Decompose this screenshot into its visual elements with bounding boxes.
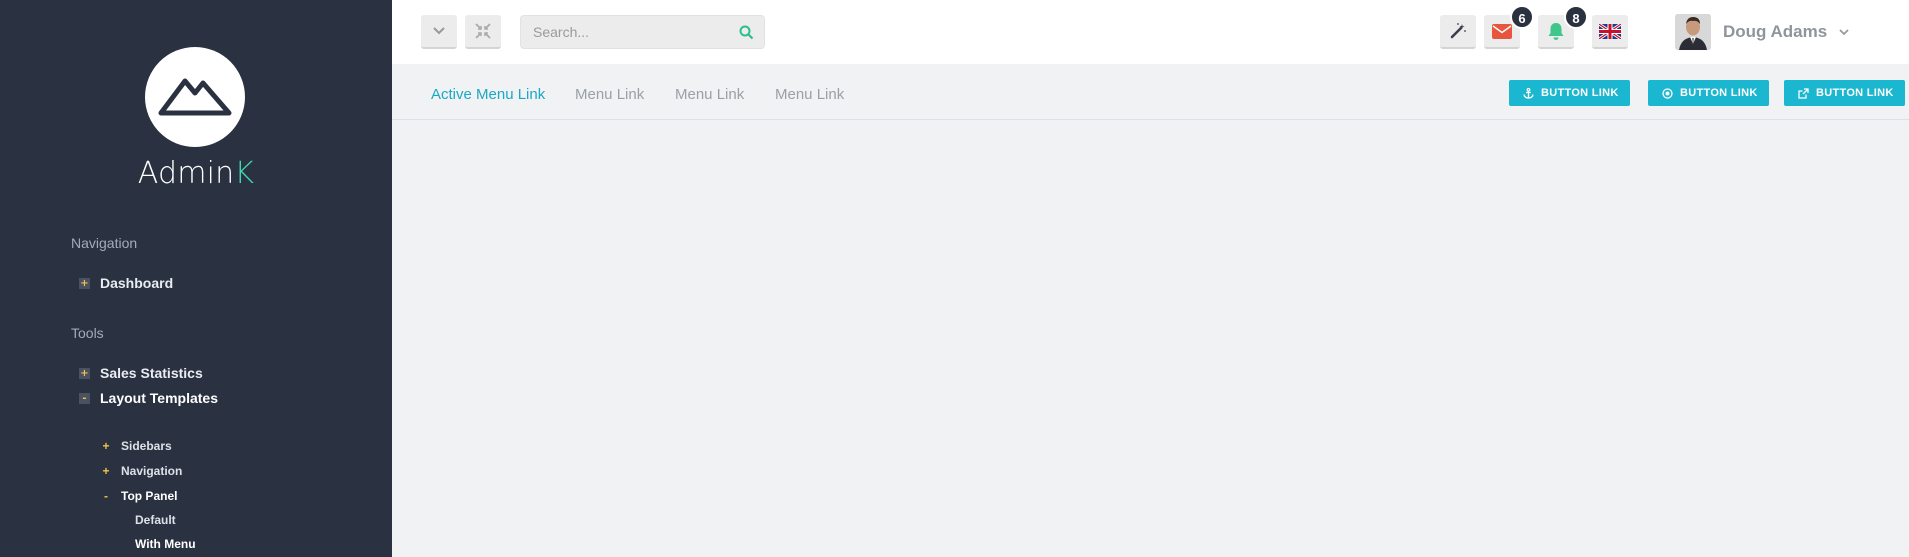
search-icon[interactable]	[739, 25, 754, 45]
sidebar-subitem-top-panel[interactable]: - Top Panel	[100, 489, 177, 503]
menu-link[interactable]: Menu Link	[775, 86, 844, 103]
collapse-minus-icon: -	[79, 392, 90, 404]
dot-circle-icon	[1662, 87, 1673, 99]
button-link-dot[interactable]: BUTTON LINK	[1648, 80, 1769, 106]
button-label: BUTTON LINK	[1816, 87, 1894, 99]
sidebar-item-label: Dashboard	[100, 275, 174, 291]
button-label: BUTTON LINK	[1541, 87, 1619, 99]
user-name: Doug Adams	[1723, 22, 1828, 41]
top-panel-menu: Active Menu Link Menu Link Menu Link Men…	[392, 64, 1909, 120]
expand-plus-icon: +	[79, 367, 90, 379]
notifications-button[interactable]: 8	[1538, 5, 1588, 49]
sidebar: AdminK Navigation + Dashboard Tools + Sa…	[0, 0, 392, 557]
section-title-navigation: Navigation	[71, 235, 138, 251]
sidebar-subitem-sidebars[interactable]: + Sidebars	[100, 439, 172, 453]
sidebar-item-label: Layout Templates	[100, 390, 218, 406]
menu-link-active[interactable]: Active Menu Link	[431, 86, 545, 103]
mail-button[interactable]: 6	[1484, 5, 1534, 49]
chevron-down-icon	[433, 27, 445, 35]
button-label: BUTTON LINK	[1680, 87, 1758, 99]
sidebar-subsubitem-default[interactable]: Default	[135, 513, 176, 527]
envelope-icon	[1492, 23, 1512, 39]
brand-name-accent: K	[234, 156, 255, 191]
uk-flag-icon	[1599, 23, 1621, 39]
sidebar-item-layout-templates[interactable]: - Layout Templates	[79, 389, 218, 407]
notification-count-badge: 8	[1564, 5, 1588, 29]
button-link-anchor[interactable]: BUTTON LINK	[1509, 80, 1630, 106]
sidebar-subitem-navigation[interactable]: + Navigation	[100, 464, 182, 478]
search-input[interactable]	[521, 16, 721, 48]
collapse-minus-icon: -	[104, 489, 108, 503]
fullscreen-button[interactable]	[465, 15, 501, 49]
mail-count-badge: 6	[1510, 5, 1534, 29]
magic-wand-button[interactable]	[1440, 15, 1476, 49]
sidebar-item-sales-statistics[interactable]: + Sales Statistics	[79, 364, 203, 382]
expand-plus-icon: +	[79, 277, 90, 289]
top-header: 6 8 Doug Adams	[392, 0, 1909, 64]
menu-link[interactable]: Menu Link	[675, 86, 744, 103]
sidebar-subitem-label: Sidebars	[121, 439, 172, 453]
brand-name-main: Admin	[137, 156, 235, 191]
collapse-arrows-icon	[475, 23, 491, 39]
mountains-logo-icon	[158, 78, 232, 116]
user-menu[interactable]: Doug Adams	[1675, 14, 1849, 50]
magic-wand-icon	[1450, 23, 1466, 39]
expand-plus-icon: +	[102, 464, 110, 478]
sidebar-item-label: Sales Statistics	[100, 365, 203, 381]
dropdown-toggle-button[interactable]	[421, 15, 457, 49]
section-title-tools: Tools	[71, 325, 104, 341]
sidebar-subsubitem-with-menu[interactable]: With Menu	[135, 537, 196, 551]
bell-icon	[1548, 22, 1564, 40]
avatar[interactable]	[1675, 14, 1711, 50]
sidebar-subitem-label: Navigation	[121, 464, 183, 478]
language-button[interactable]	[1592, 15, 1628, 49]
logo[interactable]	[145, 47, 245, 147]
sidebar-item-dashboard[interactable]: + Dashboard	[79, 274, 173, 292]
brand-name: AdminK	[0, 156, 392, 191]
expand-plus-icon: +	[102, 439, 110, 453]
menu-link[interactable]: Menu Link	[575, 86, 644, 103]
search-box	[520, 15, 765, 49]
chevron-down-icon[interactable]	[1839, 28, 1849, 36]
external-link-icon	[1798, 87, 1809, 99]
sidebar-subitem-label: Top Panel	[121, 489, 178, 503]
button-link-external[interactable]: BUTTON LINK	[1784, 80, 1905, 106]
anchor-icon	[1523, 87, 1534, 99]
